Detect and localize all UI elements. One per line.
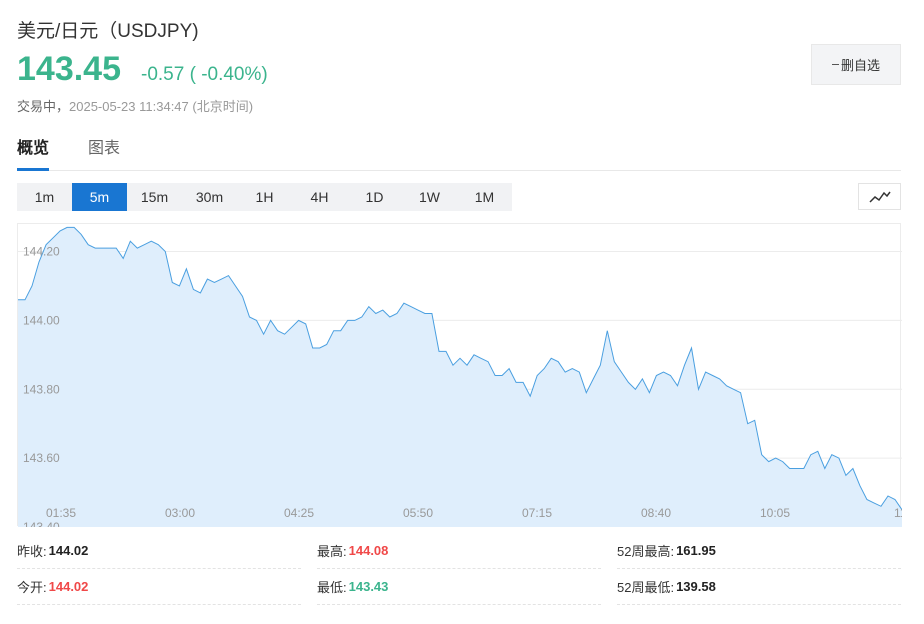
price-change: -0.57 ( -0.40%) (141, 64, 268, 85)
stat-52w-high: 52周最高: 161.95 (617, 533, 901, 569)
remove-watchlist-button[interactable]: 删自选 (811, 44, 901, 85)
y-tick-label: 143.60 (23, 451, 60, 465)
period-1w[interactable]: 1W (402, 183, 457, 211)
minus-icon (831, 64, 839, 65)
stat-low: 最低: 143.43 (317, 569, 601, 605)
x-tick-label: 07:15 (522, 506, 552, 520)
y-tick-label: 144.20 (23, 245, 60, 259)
x-tick-label: 10:05 (760, 506, 790, 520)
period-selector: 1m 5m 15m 30m 1H 4H 1D 1W 1M (17, 183, 512, 211)
low-label: 最低: (317, 580, 347, 595)
period-15m[interactable]: 15m (127, 183, 182, 211)
y-tick-label: 143.40 (23, 520, 60, 527)
stat-prev-close: 昨收: 144.02 (17, 533, 301, 569)
timestamp: 2025-05-23 11:34:47 (北京时间) (69, 99, 254, 114)
y-tick-label: 143.80 (23, 382, 60, 396)
period-1h[interactable]: 1H (237, 183, 292, 211)
status-label: 交易中， (17, 99, 70, 114)
high-label: 最高: (317, 544, 347, 559)
stat-high: 最高: 144.08 (317, 533, 601, 569)
line-chart-icon (868, 191, 891, 203)
open-value: 144.02 (48, 579, 89, 594)
period-4h[interactable]: 4H (292, 183, 347, 211)
stat-open: 今开: 144.02 (17, 569, 301, 605)
pair-title: 美元/日元（USDJPY) (17, 21, 199, 42)
week52-low-value: 139.58 (676, 579, 716, 594)
y-tick-label: 144.00 (23, 313, 60, 327)
price-row: 143.45 -0.57 ( -0.40%) (17, 50, 268, 89)
week52-high-label: 52周最高: (617, 544, 675, 559)
tab-bar: 概览 图表 (17, 138, 901, 171)
high-value: 144.08 (348, 543, 389, 558)
price-chart-svg: 144.20 144.00 143.80 143.60 143.4001:35 03:00… (18, 226, 902, 527)
price-area (18, 227, 902, 527)
period-1d[interactable]: 1D (347, 183, 402, 211)
remove-watchlist-label: 删自选 (840, 58, 880, 73)
stat-52w-low: 52周最低: 139.58 (617, 569, 901, 605)
x-tick-label: 03:00 (165, 506, 195, 520)
period-1m[interactable]: 1m (17, 183, 72, 211)
period-30m[interactable]: 30m (182, 183, 237, 211)
open-label: 今开: (17, 580, 47, 595)
period-1mo[interactable]: 1M (457, 183, 512, 211)
x-tick-label: 05:50 (403, 506, 433, 520)
tab-overview[interactable]: 概览 (17, 138, 49, 171)
prev-close-label: 昨收: (17, 544, 47, 559)
x-tick-label: 08:40 (641, 506, 671, 520)
x-tick-label: 11:3 (894, 506, 902, 520)
prev-close-value: 144.02 (48, 543, 89, 558)
chart-type-button[interactable] (858, 183, 901, 210)
week52-low-label: 52周最低: (617, 580, 675, 595)
period-5m[interactable]: 5m (72, 183, 127, 211)
price-chart[interactable]: 144.20 144.00 143.80 143.60 143.40 01:35 03:00… (17, 223, 902, 527)
x-tick-label: 04:25 (284, 506, 314, 520)
x-tick-label: 01:35 (46, 506, 76, 520)
tab-chart[interactable]: 图表 (88, 138, 120, 171)
low-value: 143.43 (348, 579, 389, 594)
current-price: 143.45 (17, 50, 121, 88)
trading-status: 交易中，2025-05-23 11:34:47 (北京时间) (17, 96, 253, 115)
week52-high-value: 161.95 (676, 543, 716, 558)
